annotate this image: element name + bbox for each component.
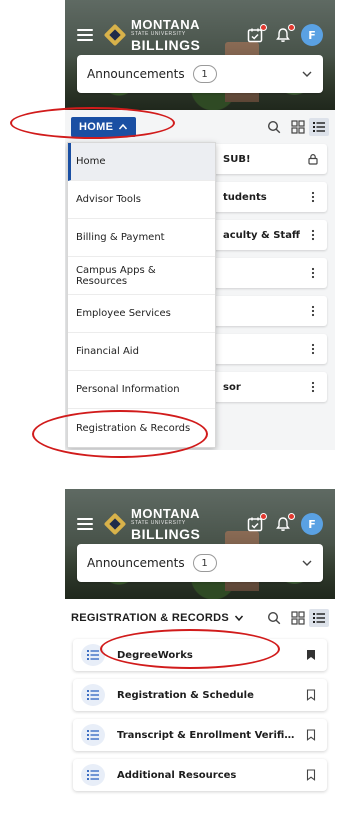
registration-list: DegreeWorks Registration & Schedule Transc… [65,637,335,791]
lock-icon[interactable] [307,153,319,165]
registration-panel: MONTANA STATE UNIVERSITY BILLINGS F Anno… [65,489,335,821]
logo-mark-icon [105,513,127,535]
home-panel: MONTANA STATE UNIVERSITY BILLINGS F Anno… [65,0,335,450]
more-vertical-icon[interactable] [307,191,319,203]
logo-bottom-text: BILLINGS [131,37,201,53]
search-icon[interactable] [267,611,281,625]
list-icon [81,764,105,786]
more-vertical-icon[interactable] [307,267,319,279]
more-vertical-icon[interactable] [307,229,319,241]
list-item-label: DegreeWorks [117,649,193,661]
section-selector[interactable]: REGISTRATION & RECORDS [71,612,244,624]
grid-view-icon[interactable] [289,118,307,136]
bell-icon[interactable] [275,24,295,43]
list-view-icon[interactable] [309,118,329,136]
list-item-label: tudents [223,191,267,203]
campus-hero-image: MONTANA STATE UNIVERSITY BILLINGS F Anno… [65,489,335,599]
dropdown-item[interactable]: Personal Information [68,371,215,409]
notification-dot [260,513,267,520]
chevron-up-icon [119,123,128,130]
announcements-label: Announcements [87,556,185,570]
bell-icon[interactable] [275,513,295,532]
list-view-icon[interactable] [309,609,329,627]
top-bar: MONTANA STATE UNIVERSITY BILLINGS F [65,507,335,541]
dropdown-item[interactable]: Campus Apps & Resources [68,257,215,295]
logo-top-text: MONTANA [131,506,200,521]
campus-hero-image: MONTANA STATE UNIVERSITY BILLINGS F Anno… [65,0,335,110]
notification-dot [260,24,267,31]
dropdown-item[interactable]: Billing & Payment [68,219,215,257]
top-bar: MONTANA STATE UNIVERSITY BILLINGS F [65,18,335,52]
logo-mark-icon [105,24,127,46]
list-icon [81,684,105,706]
home-section-label: HOME [79,121,114,133]
grid-view-icon[interactable] [289,609,307,627]
university-logo[interactable]: MONTANA STATE UNIVERSITY BILLINGS [105,507,200,541]
announcements-count-badge: 1 [192,65,217,83]
more-vertical-icon[interactable] [307,343,319,355]
list-item-label: Registration & Schedule [117,689,254,701]
section-toolbar: REGISTRATION & RECORDS [65,599,335,637]
list-item-label: Additional Resources [117,769,237,781]
dropdown-item[interactable]: Employee Services [68,295,215,333]
calendar-check-icon[interactable] [247,24,267,43]
announcements-bar[interactable]: Announcements 1 [77,55,323,93]
notification-dot [288,24,295,31]
menu-icon[interactable] [77,29,93,41]
logo-top-text: MONTANA [131,17,200,32]
calendar-check-icon[interactable] [247,513,267,532]
list-item-label: aculty & Staff [223,229,301,241]
chevron-down-icon[interactable] [301,557,313,569]
dropdown-item[interactable]: Home [68,143,215,181]
list-icon [81,644,105,666]
list-item-label: Transcript & Enrollment Verification [117,729,297,741]
dropdown-item[interactable]: Advisor Tools [68,181,215,219]
list-item-label: SUB! [223,153,251,165]
chevron-down-icon[interactable] [301,68,313,80]
bookmark-icon[interactable] [305,689,317,701]
list-icon [81,724,105,746]
dropdown-item[interactable]: Financial Aid [68,333,215,371]
list-item[interactable]: Transcript & Enrollment Verification [73,719,327,751]
bookmark-icon[interactable] [305,769,317,781]
list-item[interactable]: DegreeWorks [73,639,327,671]
announcements-count-badge: 1 [192,554,217,572]
more-vertical-icon[interactable] [307,381,319,393]
list-item[interactable]: Registration & Schedule [73,679,327,711]
menu-icon[interactable] [77,518,93,530]
chevron-down-icon [234,615,244,622]
notification-dot [288,513,295,520]
search-icon[interactable] [267,120,281,134]
avatar[interactable]: F [301,24,323,46]
home-section-button[interactable]: HOME [71,117,137,137]
dropdown-item[interactable]: Registration & Records [68,409,215,447]
section-toolbar: HOME [65,110,335,144]
announcements-bar[interactable]: Announcements 1 [77,544,323,582]
university-logo[interactable]: MONTANA STATE UNIVERSITY BILLINGS [105,18,200,52]
more-vertical-icon[interactable] [307,305,319,317]
bookmark-icon[interactable] [305,649,317,661]
list-item-label: sor [223,381,241,393]
section-dropdown-menu: Home Advisor Tools Billing & Payment Campus… [67,142,216,448]
logo-bottom-text: BILLINGS [131,526,201,542]
announcements-label: Announcements [87,67,185,81]
section-title: REGISTRATION & RECORDS [71,612,229,624]
bookmark-icon[interactable] [305,729,317,741]
list-item[interactable]: Additional Resources [73,759,327,791]
avatar[interactable]: F [301,513,323,535]
